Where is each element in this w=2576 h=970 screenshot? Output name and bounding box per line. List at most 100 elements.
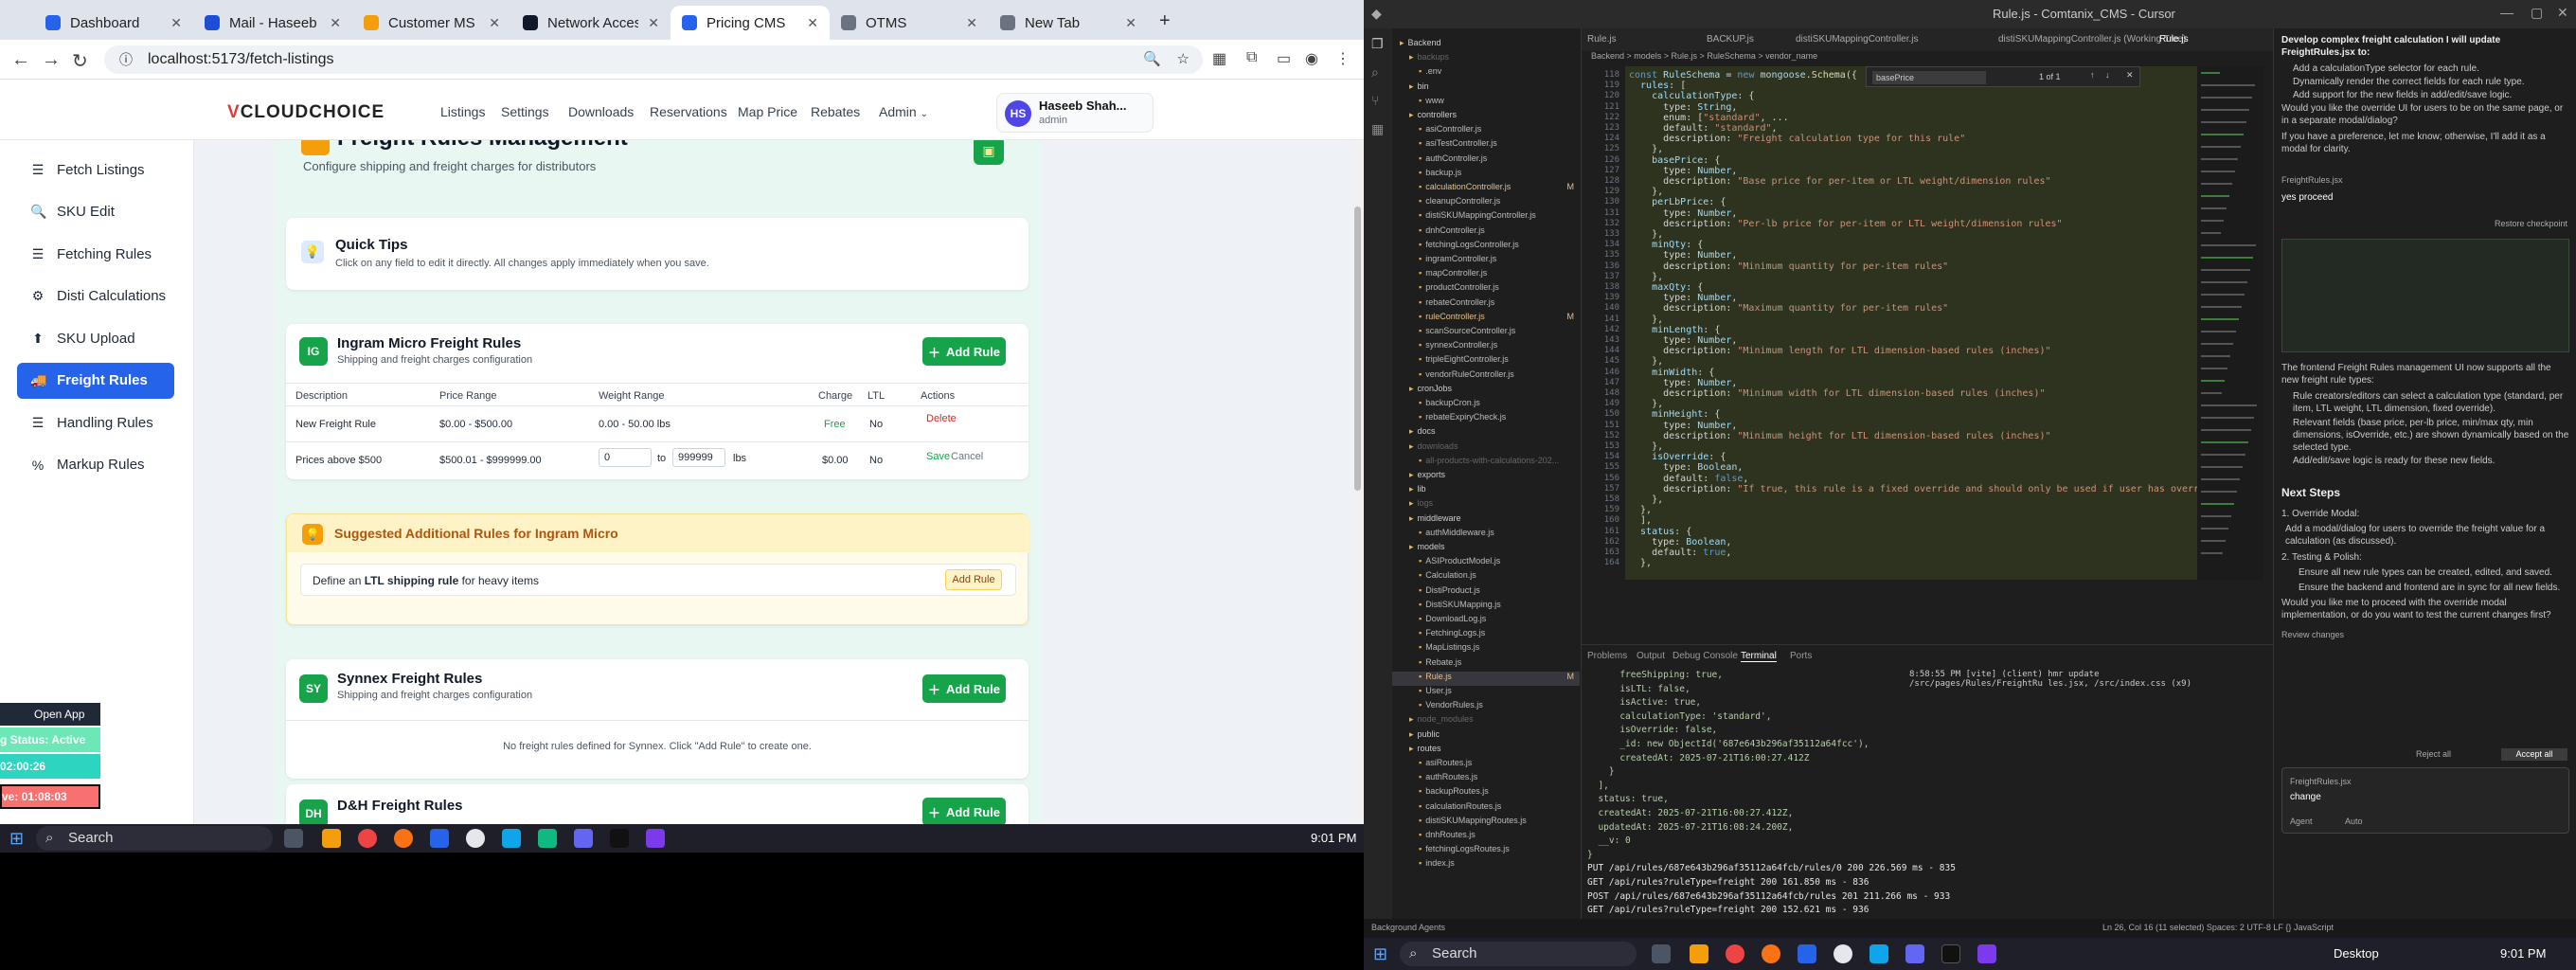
code-line[interactable]: type: Number, — [1629, 335, 1737, 346]
sidebar-item[interactable]: ⬆ SKU Upload — [17, 320, 174, 356]
close-tab-icon[interactable]: ✕ — [966, 15, 977, 31]
row-price-range[interactable]: $0.00 - $500.00 — [439, 419, 512, 430]
code-line[interactable]: }, — [1629, 494, 1663, 505]
code-line[interactable]: type: Number, — [1629, 250, 1737, 260]
desktop-label[interactable]: Desktop — [2334, 946, 2379, 961]
maximize-icon[interactable]: ▢ — [2531, 5, 2543, 21]
reject-all-button[interactable]: Reject all — [2416, 748, 2492, 761]
scrollbar-thumb[interactable] — [1354, 207, 1361, 491]
row-charge[interactable]: $0.00 — [822, 455, 849, 466]
onenote-icon[interactable] — [1977, 944, 1996, 963]
settings-badge-icon[interactable]: ▣ — [974, 140, 1004, 165]
browser-icon[interactable] — [394, 829, 413, 848]
file-item[interactable]: ▪ authController.js — [1392, 153, 1580, 168]
folder-item[interactable]: ▸ middleware — [1392, 513, 1580, 528]
weight-from-input[interactable]: 0 — [599, 448, 652, 467]
taskbar-clock[interactable]: 9:01 PM — [1311, 831, 1356, 845]
nav-map-price[interactable]: Map Price — [738, 104, 797, 119]
code-line[interactable]: }, — [1629, 441, 1663, 452]
app-icon[interactable] — [1869, 944, 1888, 963]
bookmark-star-icon[interactable]: ☆ — [1177, 45, 1190, 74]
folder-item[interactable]: ▸ controllers — [1392, 110, 1580, 124]
file-chip[interactable]: FreightRules.jsx — [2281, 174, 2569, 187]
file-item[interactable]: ▪ backupCron.js — [1392, 398, 1580, 412]
synnex-add-rule-button[interactable]: ＋ Add Rule — [922, 674, 1006, 703]
reload-icon[interactable]: ↻ — [72, 49, 88, 73]
file-explorer-icon[interactable] — [322, 829, 341, 848]
file-item[interactable]: ▪ asiController.js — [1392, 124, 1580, 138]
close-icon[interactable]: ✕ — [2557, 5, 2568, 21]
folder-item[interactable]: ▸ lib — [1392, 484, 1580, 498]
chrome-menu-icon[interactable]: ⋮ — [1335, 49, 1351, 68]
folder-item[interactable]: ▸ downloads — [1392, 441, 1580, 456]
file-item[interactable]: ▪ Calculation.js — [1392, 570, 1580, 584]
chat-input-box[interactable]: FreightRules.jsx change Agent Auto — [2281, 767, 2569, 834]
file-chip[interactable]: FreightRules.jsx — [2290, 776, 2576, 788]
row-weight-range[interactable]: 0.00 - 50.00 lbs — [599, 419, 671, 430]
file-item[interactable]: ▪ Rebate.js — [1392, 657, 1580, 672]
sidebar-item[interactable]: ☰ Fetch Listings — [17, 152, 174, 188]
save-button[interactable]: Save — [926, 451, 950, 462]
app-icon[interactable] — [1834, 944, 1852, 963]
file-item[interactable]: ▪ mapController.js — [1392, 268, 1580, 282]
model-auto-dropdown[interactable]: Auto — [2345, 816, 2402, 828]
file-item[interactable]: ▪ all-products-with-calculations-202... — [1392, 456, 1580, 470]
file-item[interactable]: ▪ ruleController.js M — [1392, 312, 1580, 326]
close-tab-icon[interactable]: ✕ — [1125, 15, 1136, 31]
file-item[interactable]: ▪ cleanupController.js — [1392, 196, 1580, 210]
browser-icon[interactable] — [1762, 944, 1780, 963]
file-item[interactable]: ▪ scanSourceController.js — [1392, 326, 1580, 340]
panel-tab[interactable]: Terminal — [1741, 651, 1777, 662]
taskbar-search[interactable]: ⌕ Search — [36, 826, 273, 851]
code-line[interactable]: type: Number, — [1629, 208, 1737, 219]
delete-button[interactable]: Delete — [926, 413, 957, 424]
file-item[interactable]: ▪ distiSKUMappingRoutes.js — [1392, 816, 1580, 830]
file-item[interactable]: ▪ backup.js — [1392, 168, 1580, 182]
row-description[interactable]: New Freight Rule — [295, 419, 376, 430]
file-item[interactable]: ▪ calculationController.js M — [1392, 182, 1580, 196]
code-line[interactable]: }, — [1629, 314, 1663, 325]
code-line[interactable]: type: Number, — [1629, 293, 1737, 303]
file-item[interactable]: ▪ asiRoutes.js — [1392, 758, 1580, 772]
browser-tab[interactable]: OTMS ✕ — [830, 6, 989, 40]
close-tab-icon[interactable]: ✕ — [170, 15, 182, 31]
row-charge[interactable]: Free — [824, 419, 846, 430]
file-item[interactable]: ▪ VendorRules.js — [1392, 700, 1580, 714]
code-line[interactable]: default: false, — [1629, 474, 1748, 484]
folder-item[interactable]: ▸ exports — [1392, 470, 1580, 484]
code-line[interactable]: }, — [1629, 144, 1663, 154]
code-line[interactable]: type: Boolean, — [1629, 537, 1731, 548]
cursor-app-icon[interactable] — [610, 829, 629, 848]
breadcrumb[interactable]: Backend > models > Rule.js > RuleSchema … — [1582, 51, 2273, 66]
file-item[interactable]: ▪ productController.js — [1392, 282, 1580, 296]
code-line[interactable]: default: true, — [1629, 548, 1731, 558]
code-line[interactable]: description: "Freight calculation type f… — [1629, 134, 1965, 144]
code-line[interactable]: }, — [1629, 272, 1663, 282]
vscode-icon[interactable] — [1905, 944, 1924, 963]
file-item[interactable]: ▪ rebateController.js — [1392, 297, 1580, 312]
nav-listings[interactable]: Listings — [440, 104, 485, 119]
file-item[interactable]: ▪ synnexController.js — [1392, 340, 1580, 354]
file-explorer-icon[interactable] — [1690, 944, 1708, 963]
find-widget[interactable]: basePrice 1 of 1 ↑ ↓ ✕ — [1866, 66, 2140, 87]
code-line[interactable]: type: Number, — [1629, 378, 1737, 388]
code-line[interactable]: }, — [1629, 399, 1663, 409]
file-item[interactable]: ▪ calculationRoutes.js — [1392, 801, 1580, 816]
code-line[interactable]: rules: [ — [1629, 81, 1686, 91]
forward-icon[interactable]: → — [42, 49, 61, 71]
browser-tab[interactable]: Dashboard ✕ — [34, 6, 193, 40]
close-tab-icon[interactable]: ✕ — [807, 15, 818, 31]
file-item[interactable]: ▪ vendorRuleController.js — [1392, 369, 1580, 384]
status-cursor-position[interactable]: Ln 26, Col 16 (11 selected) Spaces: 2 UT… — [2102, 923, 2334, 932]
app-icon[interactable] — [538, 829, 557, 848]
row-price-range[interactable]: $500.01 - $999999.00 — [439, 455, 542, 466]
chrome-icon[interactable] — [358, 829, 377, 848]
file-item[interactable]: ▪ .env — [1392, 66, 1580, 81]
browser-tab[interactable]: Network Access | ... ✕ — [511, 6, 671, 40]
code-editor[interactable]: 118 const RuleSchema = new mongoose.Schem… — [1582, 66, 2263, 580]
code-line[interactable]: description: "Base price for per-item or… — [1629, 176, 2050, 187]
code-line[interactable]: calculationType: { — [1629, 91, 1754, 101]
file-item[interactable]: ▪ ASIProductModel.js — [1392, 556, 1580, 570]
code-line[interactable]: const RuleSchema = new mongoose.Schema({ — [1629, 70, 1857, 81]
close-find-icon[interactable]: ✕ — [2126, 70, 2134, 81]
